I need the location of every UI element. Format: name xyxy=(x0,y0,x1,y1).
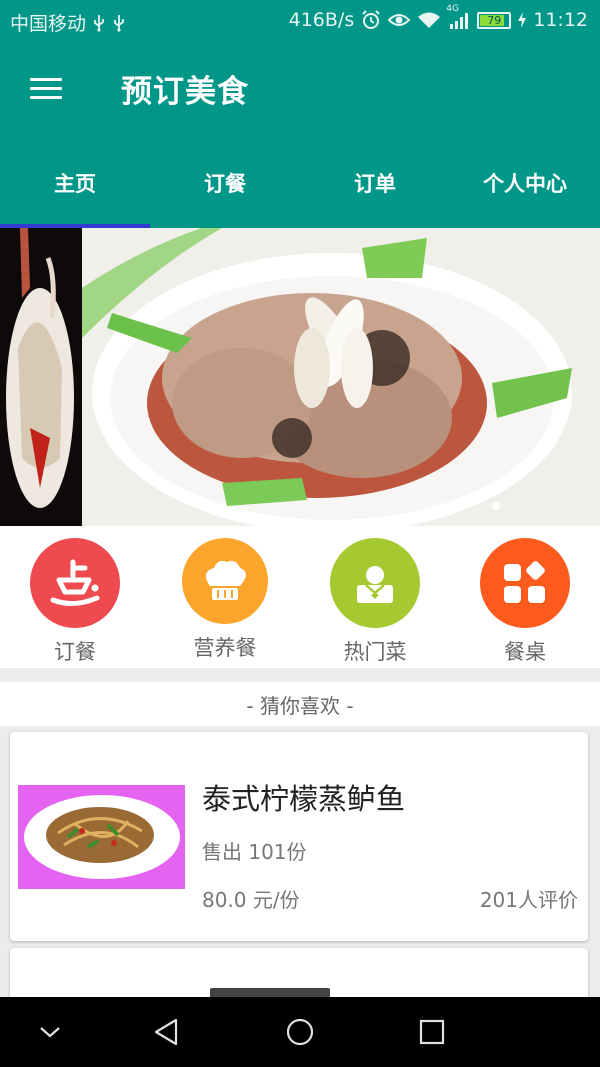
usb-icon xyxy=(92,14,106,32)
chef-hat-icon xyxy=(182,538,268,624)
tab-label: 订餐 xyxy=(204,172,246,196)
carrier-label: 中国移动 xyxy=(10,13,87,35)
dish-name-partial xyxy=(210,988,330,997)
tab-label: 个人中心 xyxy=(483,172,567,196)
category-label: 餐桌 xyxy=(504,640,546,664)
home-icon[interactable] xyxy=(282,1015,318,1049)
menu-icon[interactable] xyxy=(22,68,70,108)
dish-card-partial[interactable] xyxy=(10,948,588,997)
dish-image xyxy=(18,785,185,889)
status-bar: 中国移动 416B/s 4G 79 11:12 xyxy=(0,0,600,42)
section-divider xyxy=(0,668,600,682)
tab-orders[interactable]: 订单 xyxy=(300,138,450,228)
carousel-dot[interactable] xyxy=(492,502,500,510)
usb-icon xyxy=(112,14,126,32)
tab-label: 订单 xyxy=(354,172,396,196)
banner-side-image xyxy=(0,228,82,526)
category-tables[interactable]: 餐桌 xyxy=(450,528,600,668)
banner-main-image xyxy=(82,228,600,526)
tab-bar: 主页 订餐 订单 个人中心 xyxy=(0,138,600,228)
tab-label: 主页 xyxy=(54,172,96,196)
grid-icon xyxy=(480,538,570,628)
recommend-header: - 猜你喜欢 - xyxy=(0,682,600,726)
network-type: 4G xyxy=(446,4,459,14)
dish-list[interactable]: 泰式柠檬蒸鲈鱼 售出 101份 80.0 元/份 201人评价 xyxy=(0,726,600,997)
eye-icon xyxy=(388,12,411,28)
tab-order-food[interactable]: 订餐 xyxy=(150,138,300,228)
signal-icon: 4G xyxy=(446,4,470,29)
category-popular[interactable]: 热门菜 xyxy=(300,528,450,668)
person-icon xyxy=(330,538,420,628)
category-grid: 订餐 营养餐 热门菜 餐桌 xyxy=(0,528,600,668)
category-label: 热门菜 xyxy=(343,640,407,664)
category-label: 营养餐 xyxy=(193,636,257,660)
dish-review-count: 201人评价 xyxy=(479,888,578,912)
wifi-icon xyxy=(417,11,441,29)
dish-card[interactable]: 泰式柠檬蒸鲈鱼 售出 101份 80.0 元/份 201人评价 xyxy=(10,732,588,941)
status-right: 416B/s 4G 79 11:12 xyxy=(288,4,588,31)
banner-carousel[interactable] xyxy=(0,228,600,526)
dish-name: 泰式柠檬蒸鲈鱼 xyxy=(202,782,406,816)
category-nutrition[interactable]: 营养餐 xyxy=(150,528,300,668)
carousel-indicator xyxy=(492,502,500,510)
network-speed: 416B/s xyxy=(288,9,355,31)
status-left: 中国移动 xyxy=(10,9,126,36)
category-label: 订餐 xyxy=(54,640,96,664)
dish-sold-count: 售出 101份 xyxy=(202,840,307,864)
app-bar: 预订美食 xyxy=(0,42,600,138)
back-icon[interactable] xyxy=(148,1015,184,1049)
charging-icon xyxy=(518,12,527,28)
recommend-title: - 猜你喜欢 - xyxy=(246,693,354,718)
battery-level: 79 xyxy=(487,13,502,27)
dish-price: 80.0 元/份 xyxy=(202,888,300,912)
alarm-icon xyxy=(361,10,381,30)
tab-profile[interactable]: 个人中心 xyxy=(450,138,600,228)
clock: 11:12 xyxy=(533,9,588,31)
category-order[interactable]: 订餐 xyxy=(0,528,150,668)
order-icon xyxy=(30,538,120,628)
system-nav-bar xyxy=(0,997,600,1067)
battery-icon: 79 xyxy=(477,11,512,29)
collapse-icon[interactable] xyxy=(32,1015,68,1049)
page-title: 预订美食 xyxy=(121,74,249,110)
tab-home[interactable]: 主页 xyxy=(0,138,150,228)
recents-icon[interactable] xyxy=(414,1015,450,1049)
